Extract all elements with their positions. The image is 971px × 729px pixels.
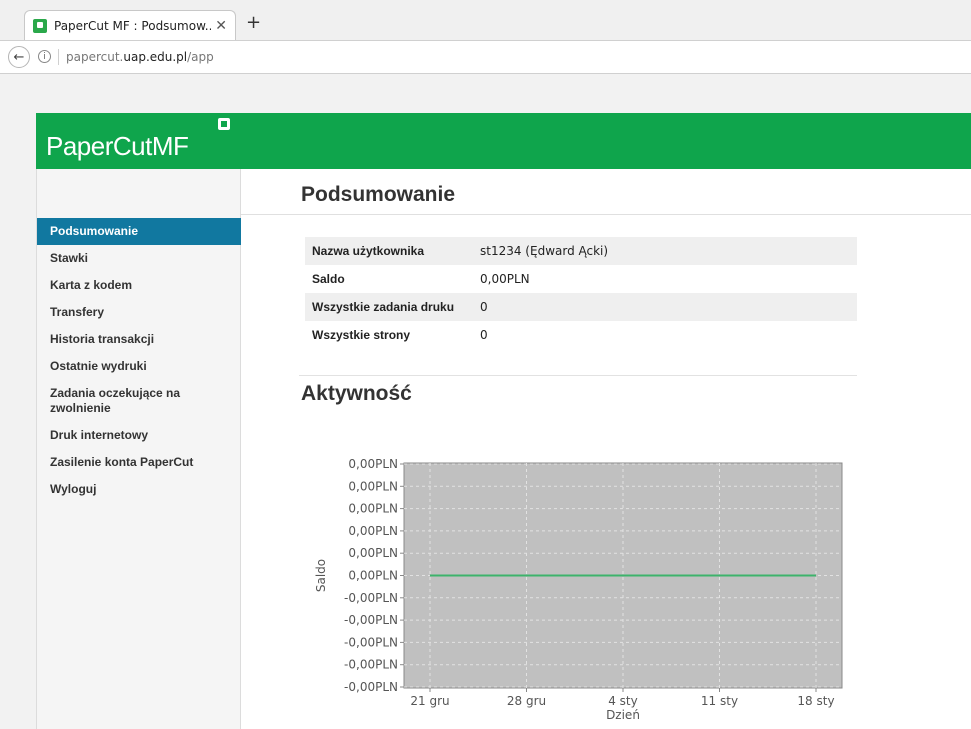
summary-label: Saldo <box>312 272 345 286</box>
table-row: Wszystkie strony 0 <box>305 321 857 349</box>
y-tick-label: 0,00PLN <box>348 457 398 471</box>
table-row: Wszystkie zadania druku 0 <box>305 293 857 321</box>
url-separator <box>58 49 59 65</box>
summary-value: 0,00PLN <box>480 272 530 286</box>
tab-title: PaperCut MF : Podsumow... <box>54 18 212 33</box>
sidebar-item-stawki[interactable]: Stawki <box>37 245 241 272</box>
back-arrow-icon[interactable]: ← <box>8 46 30 68</box>
sidebar-item-zadania-oczekujace[interactable]: Zadania oczekujące na zwolnienie <box>37 380 241 422</box>
y-tick-label: -0,00PLN <box>344 680 398 694</box>
x-tick-label: 28 gru <box>507 694 546 708</box>
y-tick-label: 0,00PLN <box>348 479 398 493</box>
site-info-icon[interactable]: i <box>38 50 51 63</box>
summary-label: Wszystkie zadania druku <box>305 293 473 321</box>
x-tick-label: 4 sty <box>608 694 638 708</box>
y-axis-label: Saldo <box>314 559 328 592</box>
sidebar-item-druk-internetowy[interactable]: Druk internetowy <box>37 422 241 449</box>
activity-title: Aktywność <box>301 382 412 405</box>
y-tick-label: -0,00PLN <box>344 613 398 627</box>
new-tab-button[interactable]: + <box>246 14 261 32</box>
y-tick-label: 0,00PLN <box>348 569 398 583</box>
sidebar-item-podsumowanie[interactable]: Podsumowanie <box>37 218 241 245</box>
papercut-logo: PaperCutMF <box>46 131 189 161</box>
x-tick-label: 21 gru <box>410 694 449 708</box>
y-tick-label: 0,00PLN <box>348 502 398 516</box>
title-divider <box>241 214 971 215</box>
y-tick-label: -0,00PLN <box>344 635 398 649</box>
app-header: PaperCutMF <box>36 113 971 169</box>
x-axis-label: Dzień <box>606 708 640 722</box>
sidebar: Podsumowanie Stawki Karta z kodem Transf… <box>36 169 241 729</box>
sidebar-item-transfery[interactable]: Transfery <box>37 299 241 326</box>
summary-label: Wszystkie strony <box>312 328 411 342</box>
table-row: Nazwa użytkownika st1234 (Ędward Ącki) <box>305 237 857 265</box>
summary-value: 0 <box>480 328 488 342</box>
sidebar-item-zasilenie-konta[interactable]: Zasilenie konta PaperCut <box>37 449 241 476</box>
sidebar-item-wyloguj[interactable]: Wyloguj <box>37 476 241 503</box>
browser-tab[interactable]: PaperCut MF : Podsumow... ✕ <box>24 10 236 40</box>
papercut-logo-mark-icon <box>218 118 230 130</box>
table-row: Saldo 0,00PLN <box>305 265 857 293</box>
url-text[interactable]: papercut.uap.edu.pl/app <box>66 50 214 64</box>
y-tick-label: 0,00PLN <box>348 546 398 560</box>
x-tick-label: 18 sty <box>797 694 834 708</box>
browser-tab-bar: PaperCut MF : Podsumow... ✕ + <box>0 0 971 40</box>
page-title: Podsumowanie <box>301 183 456 206</box>
close-tab-icon[interactable]: ✕ <box>215 18 227 34</box>
y-tick-label: -0,00PLN <box>344 591 398 605</box>
section-divider <box>299 375 857 376</box>
sidebar-item-karta-z-kodem[interactable]: Karta z kodem <box>37 272 241 299</box>
papercut-favicon-icon <box>33 18 47 33</box>
sidebar-nav: Podsumowanie Stawki Karta z kodem Transf… <box>37 218 241 503</box>
sidebar-item-historia-transakcji[interactable]: Historia transakcji <box>37 326 241 353</box>
address-bar[interactable]: ← i papercut.uap.edu.pl/app <box>0 40 971 74</box>
activity-chart: 0,00PLN 0,00PLN 0,00PLN 0,00PLN 0,00PLN 0,00P… <box>314 457 843 722</box>
sidebar-item-ostatnie-wydruki[interactable]: Ostatnie wydruki <box>37 353 241 380</box>
summary-value: st1234 (Ędward Ącki) <box>473 237 857 265</box>
summary-table: Nazwa użytkownika st1234 (Ędward Ącki) S… <box>305 237 857 349</box>
summary-value: 0 <box>473 293 857 321</box>
summary-label: Nazwa użytkownika <box>305 237 473 265</box>
y-tick-label: 0,00PLN <box>348 524 398 538</box>
y-tick-label: -0,00PLN <box>344 658 398 672</box>
x-tick-label: 11 sty <box>701 694 738 708</box>
